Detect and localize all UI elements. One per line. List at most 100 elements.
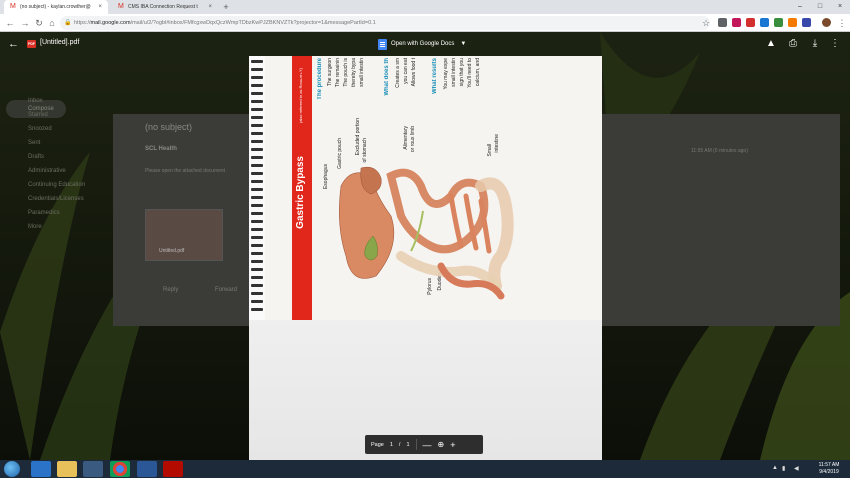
back-icon[interactable]: ←: [4, 17, 16, 29]
network-icon[interactable]: ▮: [782, 465, 785, 472]
acrobat-icon[interactable]: [163, 461, 183, 477]
spiral-ring: [251, 212, 263, 215]
sidebar-item-paramedics: Paramedics: [28, 210, 60, 216]
close-tab-icon[interactable]: ×: [98, 4, 102, 10]
close-window-button[interactable]: ×: [830, 0, 850, 14]
bullet: Creates a sm: [395, 58, 401, 88]
menu-icon[interactable]: ⋮: [836, 17, 848, 29]
sidebar-item-drafts: Drafts: [28, 154, 45, 160]
current-page[interactable]: 1: [390, 442, 393, 448]
chevron-down-icon[interactable]: ▼: [460, 41, 466, 47]
reload-icon[interactable]: ↻: [33, 17, 45, 29]
document-title: Gastric Bypass: [295, 156, 306, 229]
extension-icon[interactable]: [760, 18, 769, 27]
extension-icon[interactable]: [746, 18, 755, 27]
spiral-ring: [251, 156, 263, 159]
clock-time: 11:57 AM: [818, 462, 840, 468]
page-separator: /: [398, 441, 401, 448]
close-tab-icon[interactable]: ×: [208, 4, 212, 10]
tab-cms[interactable]: M CMS IBA Connection Request t ×: [112, 0, 218, 14]
sidebar-item-snoozed: Snoozed: [28, 126, 52, 132]
media-player-icon[interactable]: [83, 461, 103, 477]
zoom-icon[interactable]: ⊕: [438, 440, 445, 449]
bullet: calcium, and: [475, 58, 481, 87]
forward-button: Forward: [215, 287, 238, 293]
file-explorer-icon[interactable]: [57, 461, 77, 477]
zoom-out-button[interactable]: —: [423, 440, 432, 450]
spiral-ring: [251, 60, 263, 63]
spiral-ring: [251, 292, 263, 295]
gmail-icon: M: [118, 3, 124, 10]
bullet: The remainin: [335, 58, 341, 88]
download-icon[interactable]: ⤓: [808, 37, 822, 51]
home-icon[interactable]: ⌂: [46, 17, 58, 29]
spiral-ring: [251, 100, 263, 103]
heading-what-does: What does th: [384, 58, 390, 96]
minimize-button[interactable]: –: [790, 0, 810, 14]
open-with-button[interactable]: Open with Google Docs ▼: [378, 37, 466, 51]
label-esophagus: Esophagus: [323, 164, 329, 190]
add-to-drive-icon[interactable]: ▲: [764, 37, 778, 51]
spiral-ring: [251, 284, 263, 287]
word-icon[interactable]: [137, 461, 157, 477]
spiral-ring: [251, 228, 263, 231]
heading-procedure: The procedure: [317, 58, 323, 100]
star-icon[interactable]: ☆: [700, 17, 712, 29]
more-options-icon[interactable]: ⋮: [828, 37, 842, 51]
bullet: Allows food t: [411, 58, 417, 87]
extension-icon[interactable]: [774, 18, 783, 27]
bullet: You'll need to: [467, 58, 473, 88]
spiral-ring: [251, 260, 263, 263]
attachment-name: Untitled.pdf: [159, 248, 185, 254]
maximize-button[interactable]: □: [810, 0, 830, 14]
address-bar[interactable]: 🔒 https://mail.google.com/mail/u/2/?ogbl…: [60, 16, 710, 30]
spiral-ring: [251, 172, 263, 175]
gmail-icon: M: [10, 3, 16, 10]
new-tab-button[interactable]: +: [221, 2, 231, 12]
internet-explorer-icon[interactable]: [31, 461, 51, 477]
sidebar-item-starred: Starred: [28, 112, 48, 118]
sidebar-item-inbox: Inbox: [28, 98, 43, 104]
extension-icon[interactable]: [718, 18, 727, 27]
scanned-page: Gastric Bypass (also referred to as Roux…: [249, 56, 602, 320]
forward-icon[interactable]: →: [19, 17, 31, 29]
page-label: Page: [371, 441, 384, 448]
spiral-ring: [251, 132, 263, 135]
bullet: sign that you: [459, 58, 465, 87]
spiral-ring: [251, 308, 263, 311]
extension-icon[interactable]: [788, 18, 797, 27]
tab-gmail[interactable]: M (no subject) - kaylan.crowther@ ×: [4, 0, 108, 14]
spiral-ring: [251, 92, 263, 95]
url-path: /mail/u/2/?ogbl#inbox/FMfcgxwDqxQczWmpTD…: [130, 20, 376, 26]
heading-results: What results: [432, 58, 438, 95]
extension-icon[interactable]: [802, 18, 811, 27]
spiral-ring: [251, 164, 263, 167]
file-title: [Untitled].pdf: [40, 39, 80, 46]
spiral-binding: [249, 56, 265, 320]
spiral-ring: [251, 220, 263, 223]
label-alimentary: Alimentary: [403, 126, 409, 150]
bullet: The pouch is: [343, 58, 349, 87]
spiral-ring: [251, 196, 263, 199]
profile-avatar[interactable]: [822, 18, 831, 27]
sidebar-item-credentials: Credentials/Licenses: [28, 196, 84, 202]
print-icon[interactable]: ⎙: [786, 37, 800, 51]
zoom-in-button[interactable]: +: [450, 440, 455, 450]
viewer-close-arrow-icon[interactable]: ←: [8, 38, 19, 50]
gastric-bypass-illustration: [339, 166, 514, 300]
spiral-ring: [251, 244, 263, 247]
tab-label: CMS IBA Connection Request t: [128, 4, 198, 10]
label-alimentary: or roux limb: [410, 126, 416, 153]
tray-clock[interactable]: 11:57 AM 9/4/2019: [812, 462, 846, 476]
chrome-icon[interactable]: [110, 461, 130, 477]
pdf-file-icon: PDF: [27, 40, 36, 48]
open-with-label: Open with Google Docs: [391, 41, 455, 47]
volume-icon[interactable]: ◀: [794, 465, 799, 472]
windows-start-icon[interactable]: [4, 461, 20, 477]
extension-icon[interactable]: [732, 18, 741, 27]
bullet: thereby bypa: [351, 58, 357, 87]
spiral-ring: [251, 268, 263, 271]
tray-arrow-icon[interactable]: ▲: [772, 465, 778, 471]
bullet: small intestin: [359, 58, 365, 87]
sidebar-item-sent: Sent: [28, 140, 41, 146]
